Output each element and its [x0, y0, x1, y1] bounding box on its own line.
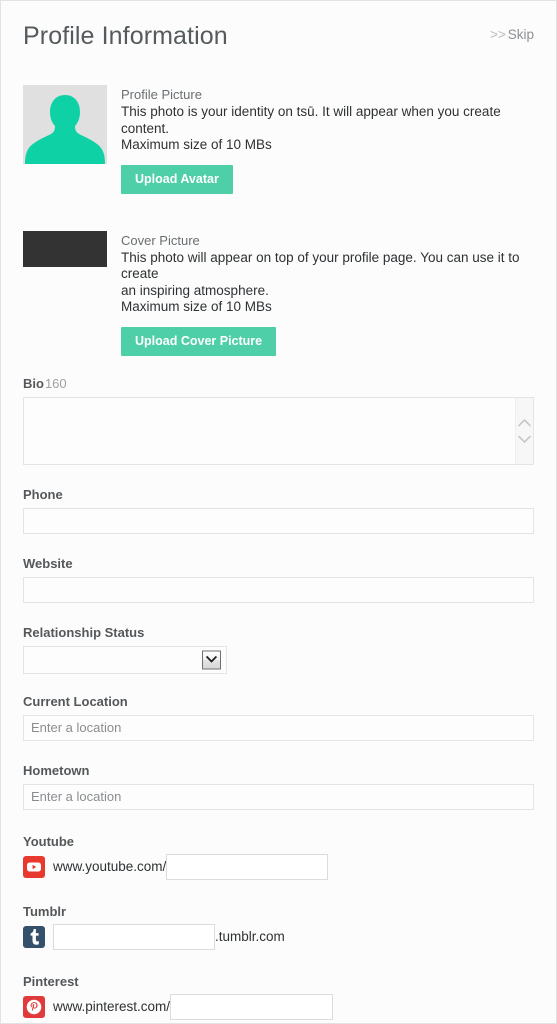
page-header: Profile Information >> Skip	[1, 1, 556, 53]
page-title: Profile Information	[23, 22, 228, 50]
bio-textarea-wrapper	[23, 396, 534, 465]
cover-picture-thumb[interactable]	[23, 230, 107, 267]
website-field: Website	[23, 556, 534, 603]
phone-input[interactable]	[23, 507, 534, 534]
youtube-username-input[interactable]	[166, 853, 329, 880]
relationship-status-label: Relationship Status	[23, 624, 145, 640]
hometown-field: Hometown	[23, 763, 534, 810]
website-label: Website	[23, 555, 73, 571]
relationship-status-field: Relationship Status	[23, 625, 534, 674]
relationship-status-select-wrapper[interactable]	[23, 645, 227, 674]
form-content: Profile Picture This photo is your ident…	[1, 85, 556, 1023]
bio-scrollbar[interactable]	[515, 397, 533, 464]
upload-cover-picture-button[interactable]: Upload Cover Picture	[121, 326, 277, 356]
pinterest-url-prefix: www.pinterest.com/	[53, 998, 171, 1014]
relationship-status-select[interactable]	[24, 646, 226, 673]
profile-picture-thumb[interactable]	[23, 85, 107, 164]
pinterest-label: Pinterest	[23, 973, 79, 989]
cover-picture-description: This photo will appear on top of your pr…	[121, 250, 534, 316]
profile-picture-section: Profile Picture This photo is your ident…	[23, 85, 534, 194]
skip-label: Skip	[507, 27, 534, 42]
avatar-placeholder-image	[23, 85, 107, 164]
phone-field: Phone	[23, 487, 534, 534]
pinterest-icon	[23, 995, 45, 1018]
chevron-down-icon	[518, 435, 531, 443]
pinterest-row: www.pinterest.com/	[23, 993, 534, 1020]
tumblr-label: Tumblr	[23, 903, 67, 919]
profile-picture-title: Profile Picture	[121, 87, 202, 102]
profile-picture-desc-line-1: This photo is your identity on tsū. It w…	[121, 104, 501, 136]
current-location-field: Current Location	[23, 694, 534, 741]
cover-picture-info: Cover Picture This photo will appear on …	[121, 231, 534, 356]
select-dropdown-button[interactable]	[202, 650, 221, 669]
pinterest-field: Pinterest www.pinterest.com/	[23, 974, 534, 1020]
cover-picture-desc-line-1: This photo will appear on top of your pr…	[121, 249, 520, 282]
pinterest-username-input[interactable]	[170, 993, 334, 1020]
chevron-down-icon	[206, 655, 217, 663]
bio-textarea[interactable]	[24, 397, 533, 464]
youtube-field: Youtube www.youtube.com/	[23, 834, 534, 880]
phone-label: Phone	[23, 486, 63, 502]
bio-label: Bio160	[23, 376, 534, 391]
skip-link[interactable]: >> Skip	[490, 27, 534, 42]
cover-picture-section: Cover Picture This photo will appear on …	[23, 230, 534, 356]
tumblr-row: .tumblr.com	[23, 923, 534, 950]
hometown-label: Hometown	[23, 762, 90, 778]
youtube-row: www.youtube.com/	[23, 853, 534, 880]
bio-field: Bio160	[23, 376, 534, 465]
profile-picture-desc-line-2: Maximum size of 10 MBs	[121, 137, 272, 152]
tumblr-icon	[23, 925, 45, 948]
cover-picture-title: Cover Picture	[121, 232, 200, 248]
current-location-input[interactable]	[23, 714, 534, 741]
tumblr-field: Tumblr .tumblr.com	[23, 904, 534, 950]
profile-information-page: Profile Information >> Skip Profile Pictu…	[0, 0, 557, 1024]
hometown-input[interactable]	[23, 783, 534, 810]
cover-placeholder-image	[23, 230, 107, 267]
bio-label-text: Bio	[23, 375, 44, 391]
youtube-label: Youtube	[23, 833, 75, 849]
bio-character-counter: 160	[44, 375, 67, 391]
cover-picture-desc-line-3: Maximum size of 10 MBs	[121, 299, 272, 314]
current-location-label: Current Location	[23, 693, 128, 709]
skip-chevrons: >>	[489, 27, 506, 42]
youtube-url-prefix: www.youtube.com/	[53, 858, 167, 874]
tumblr-url-suffix: .tumblr.com	[215, 928, 285, 944]
chevron-up-icon	[518, 418, 531, 426]
person-silhouette-icon	[23, 85, 107, 164]
tumblr-username-input[interactable]	[53, 923, 215, 950]
profile-picture-info: Profile Picture This photo is your ident…	[121, 85, 534, 194]
youtube-icon	[23, 855, 45, 878]
profile-picture-description: This photo is your identity on tsū. It w…	[121, 104, 534, 154]
upload-avatar-button[interactable]: Upload Avatar	[121, 164, 233, 194]
cover-picture-desc-line-2: an inspiring atmosphere.	[121, 282, 269, 298]
website-input[interactable]	[23, 576, 534, 603]
